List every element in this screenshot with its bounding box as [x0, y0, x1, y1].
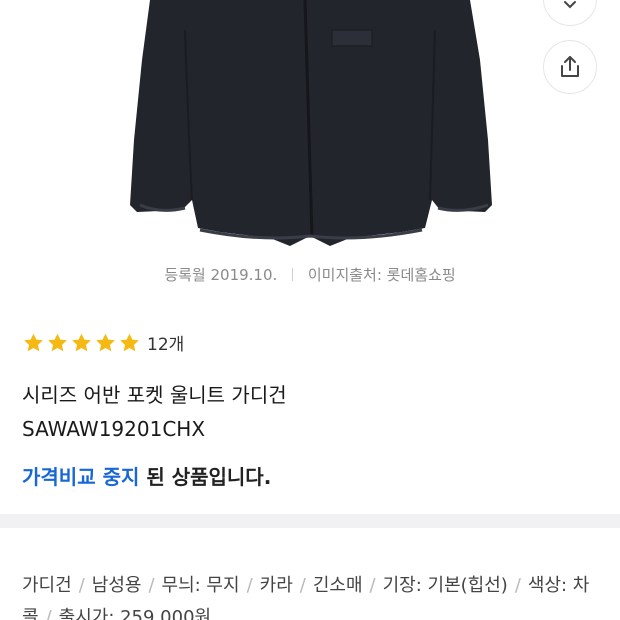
price-status: 가격비교 중지 된 상품입니다.: [22, 462, 271, 492]
spec-separator: /: [514, 575, 521, 596]
price-comparison-stopped: 가격비교 중지: [22, 465, 140, 489]
spec-separator: /: [148, 575, 155, 596]
spec-item: 긴소매: [312, 575, 363, 596]
registered-date: 등록월 2019.10.: [164, 266, 278, 284]
share-button[interactable]: [543, 40, 597, 94]
spec-separator: /: [299, 575, 306, 596]
star-icon: [72, 333, 91, 351]
spec-separator: /: [246, 575, 253, 596]
meta-separator: [292, 268, 294, 281]
image-source: 이미지출처: 롯데홈쇼핑: [307, 266, 456, 284]
spec-item: 가디건: [22, 575, 72, 596]
spec-item: 카라: [259, 575, 293, 596]
spec-item: 남성용: [91, 575, 142, 596]
image-meta: 등록월 2019.10. 이미지출처: 롯데홈쇼핑: [0, 264, 620, 285]
product-image[interactable]: [0, 0, 620, 250]
rating-row[interactable]: 12개: [22, 330, 184, 355]
spec-separator: /: [369, 575, 376, 596]
spec-separator: /: [78, 575, 85, 596]
review-count[interactable]: 12개: [147, 330, 184, 355]
spec-separator: /: [45, 607, 52, 620]
star-icon: [96, 333, 115, 351]
product-title: 시리즈 어반 포켓 울니트 가디건: [22, 383, 287, 407]
star-icon: [120, 333, 139, 351]
upload-share-icon: [561, 56, 579, 77]
star-icon: [24, 333, 43, 351]
spec-item: 출시가: 259,000원: [58, 607, 212, 620]
star-icon: [48, 333, 67, 351]
product-specs: 가디건 / 남성용 / 무늬: 무지 / 카라 / 긴소매 / 기장: 기본(힙선) / 색상: 차콜 /…: [22, 570, 607, 620]
section-divider: [0, 514, 620, 528]
cardigan-photo: [130, 0, 492, 246]
price-status-suffix: 된 상품입니다.: [139, 465, 272, 489]
star-rating: [22, 332, 141, 354]
product-code: SAWAW19201CHX: [22, 417, 206, 441]
spec-item: 무늬: 무지: [161, 575, 240, 596]
spec-item: 기장: 기본(힙선): [382, 575, 508, 596]
share-network-icon: [564, 1, 576, 9]
